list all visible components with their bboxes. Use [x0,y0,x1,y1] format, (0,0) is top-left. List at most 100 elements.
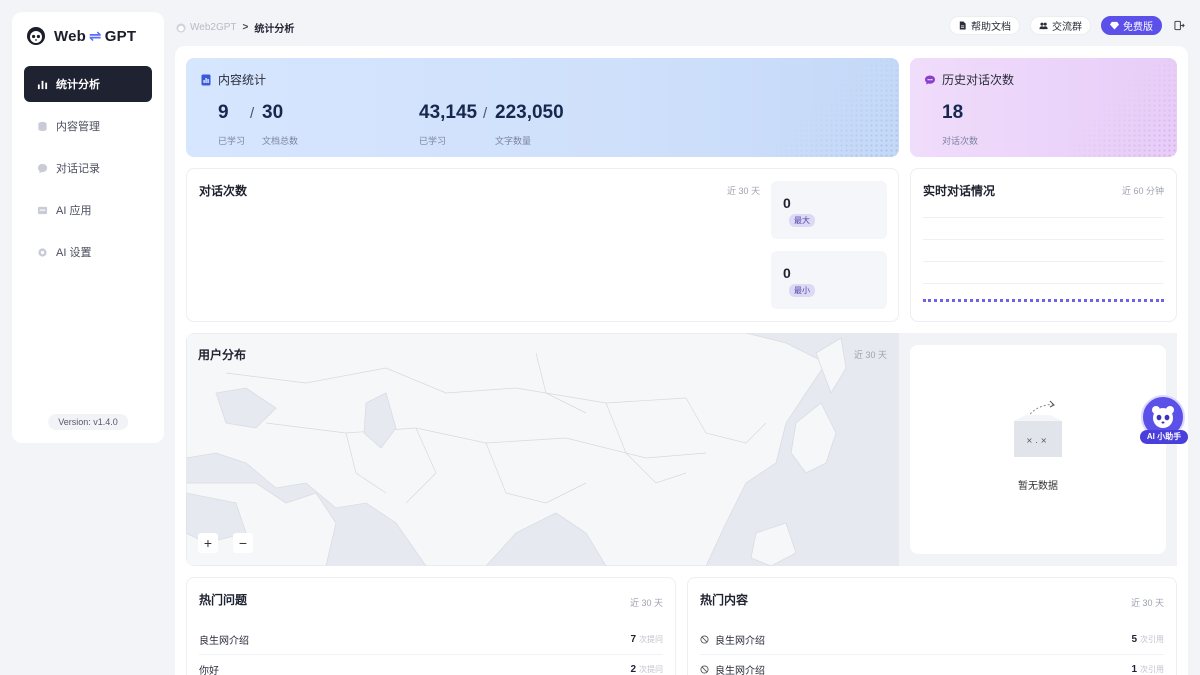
sidebar-item-ai-settings[interactable]: AI 设置 [24,234,152,270]
community-label: 交流群 [1052,22,1082,33]
panda-logo-icon [27,27,45,45]
list-item[interactable]: 良生网介绍 1 次引用 [700,655,1164,675]
max-stat: 0 最大 [771,181,887,239]
words-learned-value: 43,145 [419,102,478,123]
decorative-dots [1067,58,1177,157]
plan-button[interactable]: 免费版 [1101,16,1162,35]
ai-assistant-label: AI 小助手 [1140,430,1188,444]
app-window-icon [36,204,48,216]
history-title: 历史对话次数 [942,73,1015,87]
diamond-icon [1110,21,1119,30]
sidebar-item-chats[interactable]: 对话记录 [24,150,152,186]
blocked-link-icon [700,665,709,674]
sidebar-nav: 统计分析 内容管理 对话记录 AI 应用 AI 设置 [24,66,152,276]
hot-questions-card: 热门问题 近 30 天 良生网介绍 7 次提问 你好 2 次提问 [186,577,676,675]
question-text: 你好 [199,666,219,675]
words-total-value: 223,050 [495,102,564,123]
realtime-series-line [923,299,1164,302]
hot-questions-range: 近 30 天 [629,598,663,608]
sidebar: Web ⇌ GPT 统计分析 内容管理 对话记录 AI 应用 AI 设置 Versi… [12,12,164,443]
user-distribution-range: 近 30 天 [853,350,887,360]
breadcrumb-home[interactable]: Web2GPT [176,22,237,33]
sidebar-item-ai-apps[interactable]: AI 应用 [24,192,152,228]
slash-divider: / [250,105,255,122]
grid-line [923,239,1164,240]
docs-total-label: 文档总数 [262,136,299,146]
content-stats-header: 内容统计 [200,71,266,88]
question-count-unit: 次提问 [639,635,663,644]
logout-icon[interactable] [1172,19,1186,33]
community-button[interactable]: 交流群 [1030,16,1091,35]
content-count-unit: 次引用 [1140,665,1164,674]
breadcrumb-current: 统计分析 [254,24,295,35]
content-stats-title: 内容统计 [218,73,267,87]
document-icon [959,21,966,30]
question-text: 良生网介绍 [199,636,249,647]
sidebar-item-stats[interactable]: 统计分析 [24,66,152,102]
history-header: 历史对话次数 [924,71,1014,88]
zoom-in-button[interactable]: + [198,533,218,553]
content-count: 1 [1131,664,1137,675]
hot-questions-title: 热门问题 [199,593,248,607]
breadcrumb-separator: > [242,22,249,33]
min-value: 0 [783,265,791,281]
empty-state-text: 暂无数据 [1018,481,1058,492]
bar-chart-icon [36,78,48,90]
database-icon [36,120,48,132]
breadcrumb: Web2GPT > 统计分析 [176,20,294,35]
group-icon [1039,22,1048,30]
min-tag: 最小 [789,284,815,297]
content-text: 良生网介绍 [715,636,765,647]
zoom-out-button[interactable]: − [233,533,253,553]
list-item[interactable]: 良生网介绍 5 次引用 [700,625,1164,655]
list-item[interactable]: 你好 2 次提问 [199,655,663,675]
user-distribution-title: 用户分布 [198,348,247,362]
decorative-dots [769,58,899,157]
conversation-count-card: 对话次数 近 30 天 0 最大 0 最小 [186,168,899,322]
question-count: 2 [630,664,636,675]
list-item[interactable]: 良生网介绍 7 次提问 [199,625,663,655]
sidebar-item-label: 对话记录 [56,163,100,175]
blocked-link-icon [700,635,709,644]
history-value: 18 [942,102,964,123]
content-count-unit: 次引用 [1140,635,1164,644]
conversation-range: 近 30 天 [726,186,760,196]
user-distribution-card[interactable]: 用户分布 近 30 天 + − [186,333,899,566]
grid-line [923,261,1164,262]
sidebar-item-label: 统计分析 [56,79,100,91]
question-count-unit: 次提问 [639,665,663,674]
sidebar-item-label: AI 应用 [56,205,92,217]
max-tag: 最大 [789,214,815,227]
header-actions: 帮助文档 交流群 免费版 [949,16,1186,35]
brand-name: Web ⇌ GPT [54,28,137,45]
sidebar-item-content[interactable]: 内容管理 [24,108,152,144]
grid-line [923,283,1164,284]
version-badge: Version: v1.4.0 [48,414,128,430]
docs-learned-label: 已学习 [218,136,246,146]
realtime-card: 实时对话情况 近 60 分钟 [910,168,1177,322]
hot-content-title: 热门内容 [700,593,749,607]
brand[interactable]: Web ⇌ GPT [26,26,136,46]
panda-small-icon [176,23,186,32]
min-stat: 0 最小 [771,251,887,309]
realtime-range: 近 60 分钟 [1121,186,1164,196]
words-learned-label: 已学习 [419,136,447,146]
hot-content-range: 近 30 天 [1130,598,1164,608]
realtime-title: 实时对话情况 [923,184,996,198]
docs-total-value: 30 [262,102,284,123]
world-map[interactable] [186,333,899,566]
history-label: 对话次数 [942,136,979,146]
empty-box-icon: × . × [1014,400,1062,457]
hot-content-card: 热门内容 近 30 天 良生网介绍 5 次引用 良生网介绍 1 次引用 [687,577,1177,675]
plan-label: 免费版 [1123,22,1153,33]
slash-divider: / [483,105,488,122]
document-chart-icon [201,74,211,85]
help-docs-button[interactable]: 帮助文档 [949,16,1020,35]
max-value: 0 [783,195,791,211]
ai-assistant-button[interactable]: AI 小助手 [1138,395,1188,447]
content-count: 5 [1131,634,1137,645]
content-stats-card: 内容统计 9 / 30 已学习 文档总数 43,145 / 223,050 已学… [186,58,899,157]
sidebar-item-label: 内容管理 [56,121,100,133]
conversation-count-title: 对话次数 [199,184,248,198]
chat-bubbles-icon [925,75,935,84]
